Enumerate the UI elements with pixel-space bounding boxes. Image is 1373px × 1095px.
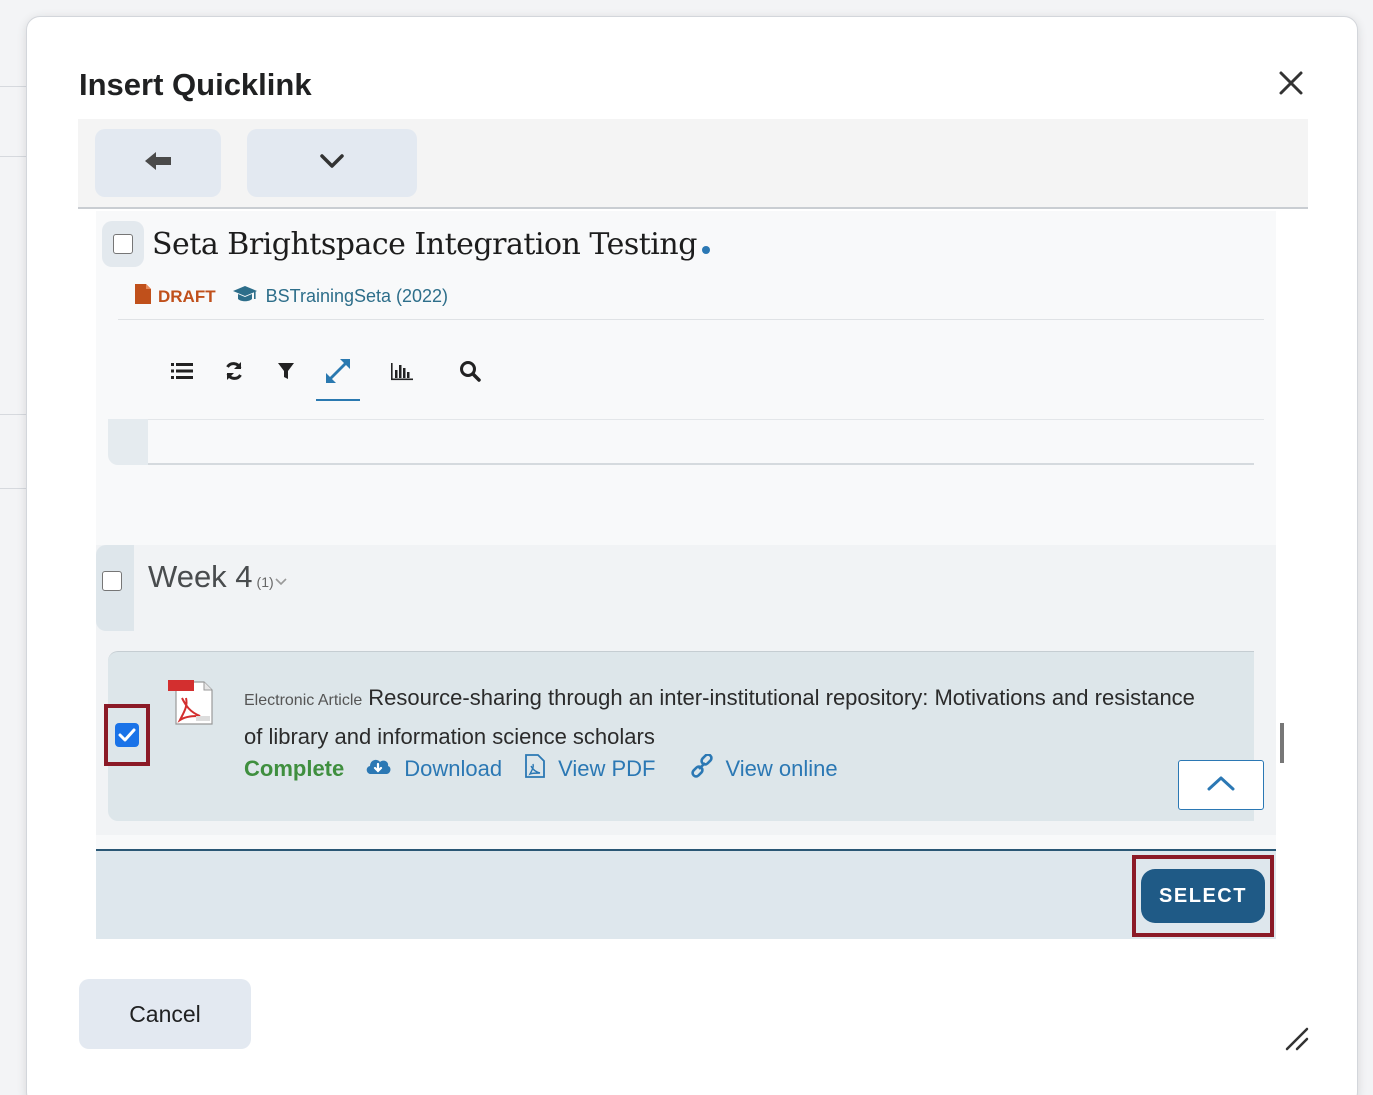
course-link[interactable]: BSTrainingSeta (2022) (266, 286, 448, 307)
select-button[interactable]: SELECT (1141, 869, 1265, 923)
refresh-icon[interactable] (208, 353, 260, 389)
search-icon[interactable] (444, 353, 496, 389)
chevron-up-icon (1206, 774, 1236, 797)
backdrop-line (0, 156, 26, 157)
selection-footer: SELECT (96, 849, 1276, 939)
reading-list-header: Seta Brightspace Integration Testing (102, 221, 711, 267)
reading-list-meta: DRAFT BSTrainingSeta (2022) (134, 283, 448, 310)
edit-icon[interactable] (701, 242, 711, 260)
list-tools (156, 353, 496, 401)
menu-dropdown-button[interactable] (247, 129, 417, 197)
insert-quicklink-dialog: Insert Quicklink Seta Brightspace Integr… (26, 16, 1358, 1095)
citation-title[interactable]: Resource-sharing through an inter-instit… (244, 685, 1195, 749)
download-link[interactable]: Download (364, 756, 502, 782)
citation-status: Complete (244, 756, 345, 781)
backdrop-line (0, 86, 26, 87)
document-icon (134, 283, 152, 310)
view-online-link[interactable]: View online (690, 753, 838, 784)
divider (148, 463, 1254, 465)
divider (118, 319, 1264, 320)
back-button[interactable] (95, 129, 221, 197)
frame-toolbar (78, 119, 1308, 209)
pdf-icon (524, 754, 558, 784)
link-icon (690, 753, 726, 784)
reading-list-title: Seta Brightspace Integration Testing (152, 226, 697, 262)
chevron-down-icon[interactable] (274, 559, 288, 594)
arrow-left-icon (143, 149, 173, 178)
status-badge: DRAFT (158, 286, 216, 306)
chevron-down-icon (319, 152, 345, 175)
leganto-frame: Seta Brightspace Integration Testing DRA… (78, 119, 1308, 939)
view-online-label: View online (725, 756, 838, 781)
bar-chart-icon[interactable] (376, 353, 428, 389)
cancel-button[interactable]: Cancel (79, 979, 251, 1049)
list-icon[interactable] (156, 353, 208, 389)
dialog-title: Insert Quicklink (79, 67, 312, 102)
collapse-citation-button[interactable] (1178, 760, 1264, 810)
citation-checkbox-highlight (104, 704, 150, 766)
backdrop-line (0, 488, 26, 489)
pdf-file-icon (166, 678, 218, 733)
backdrop-line (0, 414, 26, 415)
view-pdf-link[interactable]: View PDF (524, 754, 656, 784)
filter-icon[interactable] (260, 353, 312, 389)
collapsed-section (108, 419, 1254, 465)
section-item-count: (1) (256, 574, 274, 590)
section-title-text: Week 4 (148, 559, 253, 594)
expand-icon[interactable] (312, 353, 364, 401)
list-checkbox-wrapper (102, 221, 144, 267)
section-title[interactable]: Week 4 (1) (148, 559, 288, 595)
close-icon[interactable] (1273, 65, 1309, 101)
graduation-cap-icon (232, 285, 258, 308)
section-checkbox[interactable] (102, 571, 122, 591)
citation-actions: Complete Download View PDF View online (244, 753, 860, 784)
list-checkbox[interactable] (113, 234, 133, 254)
resize-handle-icon[interactable] (1283, 1025, 1309, 1051)
select-button-highlight: SELECT (1132, 855, 1274, 937)
view-pdf-label: View PDF (558, 756, 656, 781)
citation-text: Electronic Article Resource-sharing throu… (244, 680, 1204, 755)
section-week-4: Week 4 (1) Electronic Article Resource-sha… (96, 545, 1276, 835)
scrollbar-thumb[interactable] (1280, 723, 1284, 763)
download-label: Download (404, 756, 503, 781)
cloud-download-icon (364, 756, 404, 782)
citation-checkbox[interactable] (115, 723, 139, 747)
reading-list-panel: Seta Brightspace Integration Testing DRA… (96, 211, 1284, 939)
citation-item: Electronic Article Resource-sharing throu… (104, 651, 1264, 821)
citation-type: Electronic Article (244, 692, 363, 709)
section-handle[interactable] (108, 419, 148, 465)
